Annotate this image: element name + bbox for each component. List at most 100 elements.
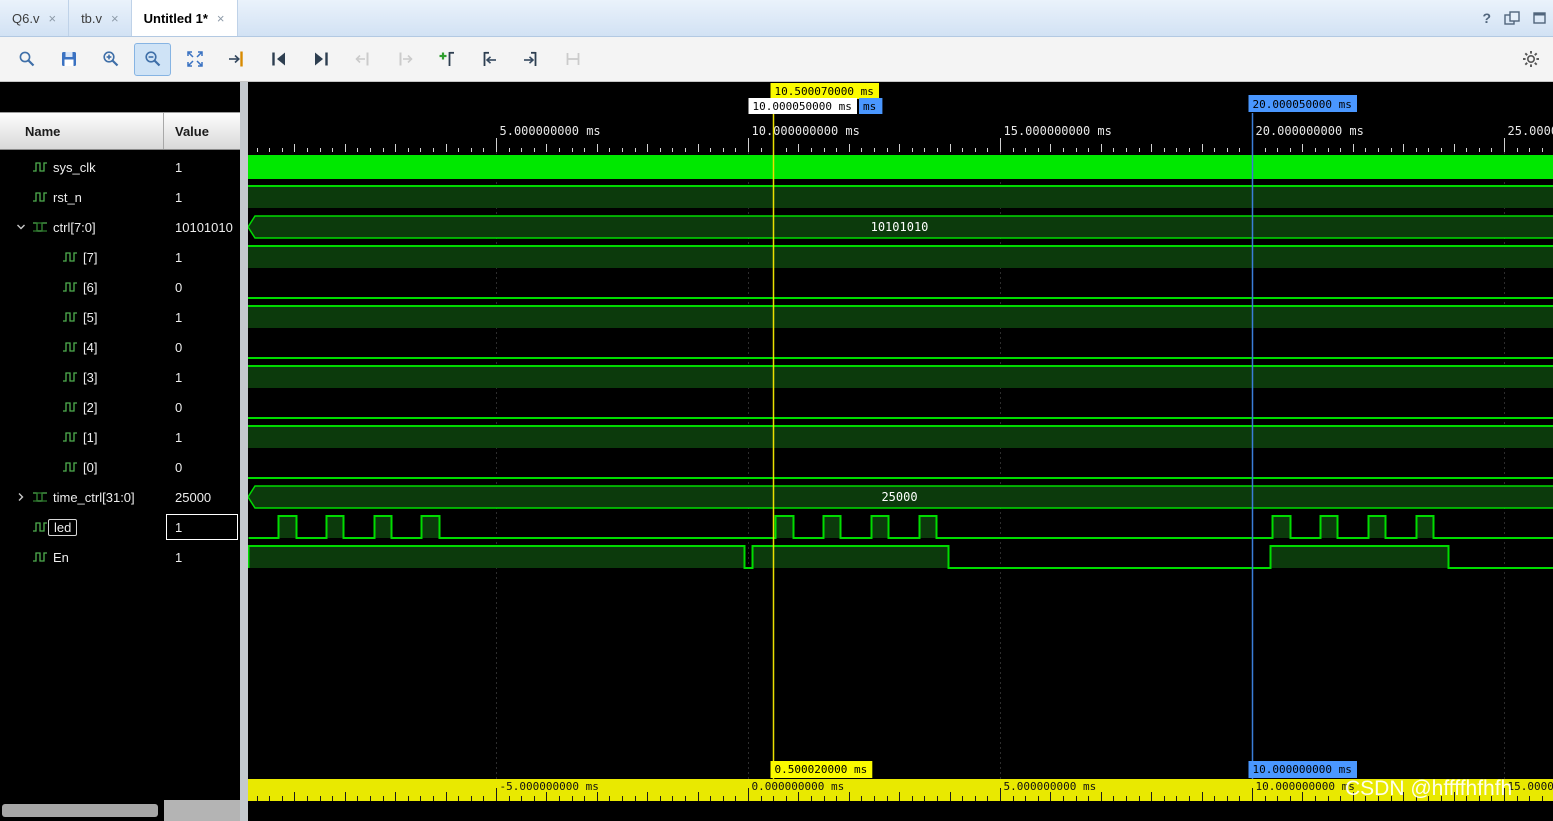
settings-icon[interactable] — [1512, 43, 1549, 76]
signal-row[interactable]: [4] 0 — [0, 332, 240, 362]
signal-row[interactable]: sys_clk 1 — [0, 152, 240, 182]
signal-row[interactable]: [1] 1 — [0, 422, 240, 452]
name-column-header[interactable]: Name — [0, 124, 163, 139]
help-icon[interactable]: ? — [1482, 10, 1491, 26]
signal-row[interactable]: [5] 1 — [0, 302, 240, 332]
wave-[1][interactable] — [248, 425, 1553, 448]
save-icon[interactable] — [50, 43, 87, 76]
toolbar — [0, 37, 1553, 82]
svg-text:20.000000000 ms: 20.000000000 ms — [1256, 124, 1364, 138]
signal-row[interactable]: led 1 — [0, 512, 240, 542]
signal-value: 0 — [175, 279, 183, 295]
signal-value: 10101010 — [175, 219, 233, 235]
signal-name: [2] — [83, 399, 98, 415]
signal-name: rst_n — [53, 189, 82, 205]
svg-text:ms: ms — [863, 100, 876, 113]
tab-close-icon[interactable]: × — [48, 11, 56, 26]
zoom-in-icon[interactable] — [92, 43, 129, 76]
signal-value: 1 — [175, 159, 183, 175]
tab-close-icon[interactable]: × — [217, 11, 225, 26]
bit-wave-icon — [62, 311, 83, 323]
bit-wave-icon — [62, 371, 83, 383]
tab-q6v[interactable]: Q6.v × — [0, 0, 70, 36]
jump-to-previous-marker-icon[interactable] — [470, 43, 507, 76]
expand-arrow-icon[interactable] — [10, 492, 32, 502]
bottom-strip — [248, 801, 1553, 821]
signal-name: [5] — [83, 309, 98, 325]
collapse-arrow-icon[interactable] — [10, 222, 32, 232]
zoom-to-cursor-icon[interactable] — [218, 43, 255, 76]
wave-[3][interactable] — [248, 365, 1553, 388]
signal-name: led — [48, 518, 78, 536]
wave-sys_clk[interactable] — [248, 155, 1553, 179]
signal-name: [0] — [83, 459, 98, 475]
tab-tbv[interactable]: tb.v × — [69, 0, 132, 36]
signal-row[interactable]: ctrl[7:0] 10101010 — [0, 212, 240, 242]
main-cursor-time-label[interactable]: 10.500070000 ms — [770, 83, 880, 99]
bit-wave-icon — [62, 281, 83, 293]
signal-value: 1 — [175, 549, 183, 565]
tab-label: Untitled 1* — [143, 10, 208, 26]
bit-wave-icon — [62, 461, 83, 473]
jump-to-next-marker-icon[interactable] — [512, 43, 549, 76]
signal-panel: Name Value sys_clk 1 rst_n 1 ctrl[7:0] 101010… — [0, 82, 240, 821]
signal-name: [4] — [83, 339, 98, 355]
signal-value: 1 — [175, 309, 183, 325]
tab-label: Q6.v — [12, 10, 40, 26]
svg-text:10.000000000 ms: 10.000000000 ms — [1256, 780, 1355, 793]
signal-row[interactable]: [2] 0 — [0, 392, 240, 422]
signal-row[interactable]: [3] 1 — [0, 362, 240, 392]
tab-close-icon[interactable]: × — [111, 11, 119, 26]
signal-name: [1] — [83, 429, 98, 445]
svg-text:10.500070000 ms: 10.500070000 ms — [775, 85, 874, 98]
previous-transition-icon — [344, 43, 381, 76]
signal-list: sys_clk 1 rst_n 1 ctrl[7:0] 10101010 [7] 1 [6] 0[… — [0, 152, 240, 572]
svg-text:10.000050000 ms: 10.000050000 ms — [753, 100, 852, 113]
marker-time-label[interactable]: 20.000050000 ms — [1248, 95, 1358, 112]
signal-name: sys_clk — [53, 159, 96, 175]
signal-row[interactable]: rst_n 1 — [0, 182, 240, 212]
signal-row[interactable]: [0] 0 — [0, 452, 240, 482]
signal-row[interactable]: [7] 1 — [0, 242, 240, 272]
signal-value-editor[interactable]: 1 — [166, 514, 238, 540]
bit-wave-icon — [62, 431, 83, 443]
bit-wave-icon — [32, 551, 53, 563]
signal-name: [6] — [83, 279, 98, 295]
wave-ctrl[7:0][interactable]: 10101010 — [248, 215, 1553, 239]
signal-value: 0 — [175, 339, 183, 355]
wave-[7][interactable] — [248, 245, 1553, 268]
wave-rst_n[interactable] — [248, 185, 1553, 208]
signal-value: 0 — [175, 459, 183, 475]
waveform-canvas[interactable]: 5.000000000 ms 10.000000000 ms 15.00000000… — [248, 82, 1553, 821]
wave-time_ctrl[31:0][interactable]: 25000 — [248, 485, 1553, 509]
unit-label[interactable]: ms — [859, 98, 883, 114]
signal-row[interactable]: [6] 0 — [0, 272, 240, 302]
wave-[5][interactable] — [248, 305, 1553, 328]
zoom-out-icon[interactable] — [134, 42, 171, 76]
left-horizontal-scrollbar[interactable] — [2, 804, 158, 817]
svg-text:15.000000000 ms: 15.000000000 ms — [1004, 124, 1112, 138]
secondary-time-label[interactable]: 10.000050000 ms — [748, 98, 858, 114]
go-to-start-icon[interactable] — [260, 43, 297, 76]
bit-wave-icon — [32, 161, 53, 173]
value-column-header[interactable]: Value — [163, 113, 240, 149]
svg-text:-5.000000000 ms: -5.000000000 ms — [500, 780, 599, 793]
go-to-end-icon[interactable] — [302, 43, 339, 76]
wave-En[interactable] — [248, 545, 1553, 569]
add-marker-icon[interactable] — [428, 43, 465, 76]
find-icon[interactable] — [8, 43, 45, 76]
marker-delta-label[interactable]: 10.000000000 ms — [1248, 761, 1358, 778]
signal-row[interactable]: time_ctrl[31:0] 25000 — [0, 482, 240, 512]
signal-name: En — [53, 549, 69, 565]
main-cursor-delta-label[interactable]: 0.500020000 ms — [770, 761, 873, 778]
svg-text:25000: 25000 — [881, 490, 917, 504]
panel-splitter[interactable] — [240, 82, 248, 821]
tab-untitled-1[interactable]: Untitled 1* × — [131, 0, 238, 36]
zoom-fit-icon[interactable] — [176, 43, 213, 76]
svg-text:0.500020000 ms: 0.500020000 ms — [775, 763, 868, 776]
float-icon[interactable] — [1504, 11, 1520, 25]
signal-row[interactable]: En 1 — [0, 542, 240, 572]
next-transition-icon — [386, 43, 423, 76]
bus-wave-icon — [32, 221, 53, 233]
maximize-icon[interactable] — [1533, 11, 1547, 25]
